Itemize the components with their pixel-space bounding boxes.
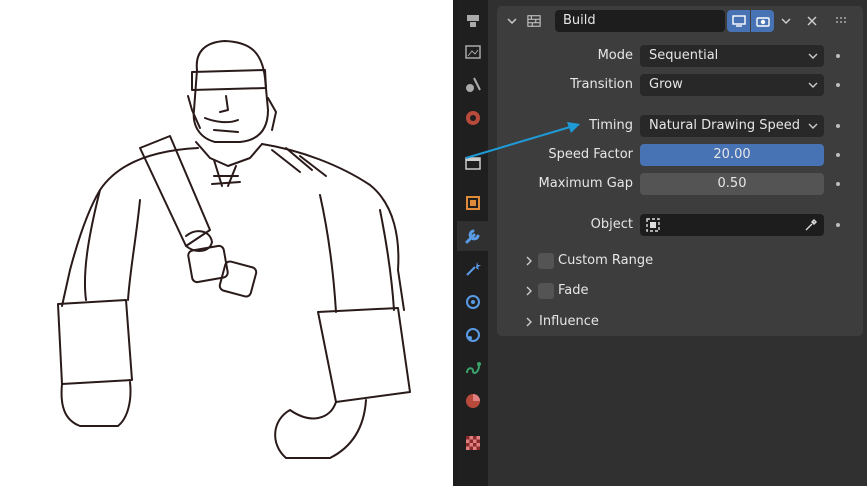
viewport[interactable] (0, 0, 453, 486)
tab-material[interactable] (457, 386, 488, 416)
build-modifier-panel: Build Mode Sequential Transition Grow Ti… (497, 6, 863, 336)
build-modifier-icon (527, 14, 541, 28)
texture-icon (465, 436, 480, 450)
keyframe-dot-icon[interactable] (836, 83, 840, 87)
custom-range-subpanel[interactable]: Custom Range (497, 250, 863, 272)
modifier-name-field[interactable]: Build (555, 10, 725, 32)
output-icon (465, 77, 481, 92)
transition-row: Transition Grow (497, 74, 863, 96)
timing-row: Timing Natural Drawing Speed (497, 115, 863, 137)
fade-checkbox[interactable] (538, 283, 554, 299)
object-field[interactable] (640, 214, 824, 236)
transition-label: Transition (570, 77, 633, 92)
camera-icon (755, 17, 770, 27)
mode-label: Mode (597, 48, 633, 63)
physics-icon (465, 328, 480, 342)
speed-factor-field[interactable]: 20.00 (640, 144, 824, 166)
chevron-down-icon (808, 115, 818, 137)
eyedropper-icon[interactable] (804, 218, 818, 232)
tab-object[interactable] (457, 188, 488, 218)
maximum-gap-field[interactable]: 0.50 (640, 173, 824, 195)
object-icon (465, 196, 480, 210)
tool-icon (466, 15, 479, 27)
modifier-header: Build (497, 6, 863, 36)
speed-factor-label: Speed Factor (548, 147, 633, 162)
constraints-icon (465, 362, 481, 374)
keyframe-dot-icon[interactable] (836, 182, 840, 186)
transition-value: Grow (649, 77, 683, 92)
view-layer-icon (465, 111, 480, 125)
custom-range-checkbox[interactable] (538, 253, 554, 269)
object-type-icon (646, 218, 660, 232)
tab-view-layer[interactable] (457, 103, 488, 133)
modifier-menu-chevron-icon[interactable] (779, 14, 793, 28)
transition-dropdown[interactable]: Grow (640, 74, 824, 96)
tab-shader-effects[interactable] (457, 254, 488, 284)
scene-icon (464, 157, 481, 170)
object-label: Object (590, 217, 633, 232)
tab-output[interactable] (457, 70, 488, 100)
custom-range-label: Custom Range (558, 253, 654, 268)
tab-physics[interactable] (457, 320, 488, 350)
tab-particles[interactable] (457, 287, 488, 317)
chevron-right-icon (522, 315, 536, 329)
chevron-down-icon (808, 74, 818, 96)
properties-editor: Build Mode Sequential Transition Grow Ti… (488, 0, 867, 486)
material-icon (465, 394, 480, 408)
keyframe-dot-icon[interactable] (836, 223, 840, 227)
timing-label: Timing (589, 118, 633, 133)
keyframe-dot-icon[interactable] (836, 124, 840, 128)
tab-constraints[interactable] (457, 353, 488, 383)
keyframe-dot-icon[interactable] (836, 54, 840, 58)
close-icon[interactable] (805, 14, 819, 28)
tab-tool[interactable] (457, 6, 488, 36)
tab-scene[interactable] (457, 148, 488, 178)
chevron-right-icon (522, 284, 536, 298)
magic-wand-icon (465, 262, 481, 276)
drag-handle-icon[interactable] (835, 14, 849, 28)
wrench-icon (465, 229, 479, 244)
tab-modifiers[interactable] (457, 221, 488, 251)
mode-value: Sequential (649, 48, 719, 63)
collapse-chevron-icon[interactable] (505, 14, 519, 28)
maximum-gap-label: Maximum Gap (538, 176, 633, 191)
fade-subpanel[interactable]: Fade (497, 280, 863, 302)
show-in-render-toggle[interactable] (751, 10, 774, 32)
tab-render[interactable] (457, 37, 488, 67)
tab-texture[interactable] (457, 428, 488, 458)
chevron-down-icon (808, 45, 818, 67)
keyframe-dot-icon[interactable] (836, 153, 840, 157)
timing-dropdown[interactable]: Natural Drawing Speed (640, 115, 824, 137)
object-row: Object (497, 214, 863, 236)
monitor-icon (731, 15, 746, 27)
show-in-viewport-toggle[interactable] (727, 10, 750, 32)
character-drawing (57, 40, 411, 459)
properties-tab-bar (457, 0, 488, 486)
mode-dropdown[interactable]: Sequential (640, 45, 824, 67)
maximum-gap-row: Maximum Gap 0.50 (497, 173, 863, 195)
chevron-right-icon (522, 254, 536, 268)
influence-subpanel[interactable]: Influence (497, 311, 863, 333)
timing-value: Natural Drawing Speed (649, 118, 801, 133)
mode-row: Mode Sequential (497, 45, 863, 67)
render-icon (464, 45, 481, 59)
fade-label: Fade (558, 283, 589, 298)
influence-label: Influence (539, 314, 599, 329)
particles-icon (465, 295, 480, 309)
speed-factor-row: Speed Factor 20.00 (497, 144, 863, 166)
